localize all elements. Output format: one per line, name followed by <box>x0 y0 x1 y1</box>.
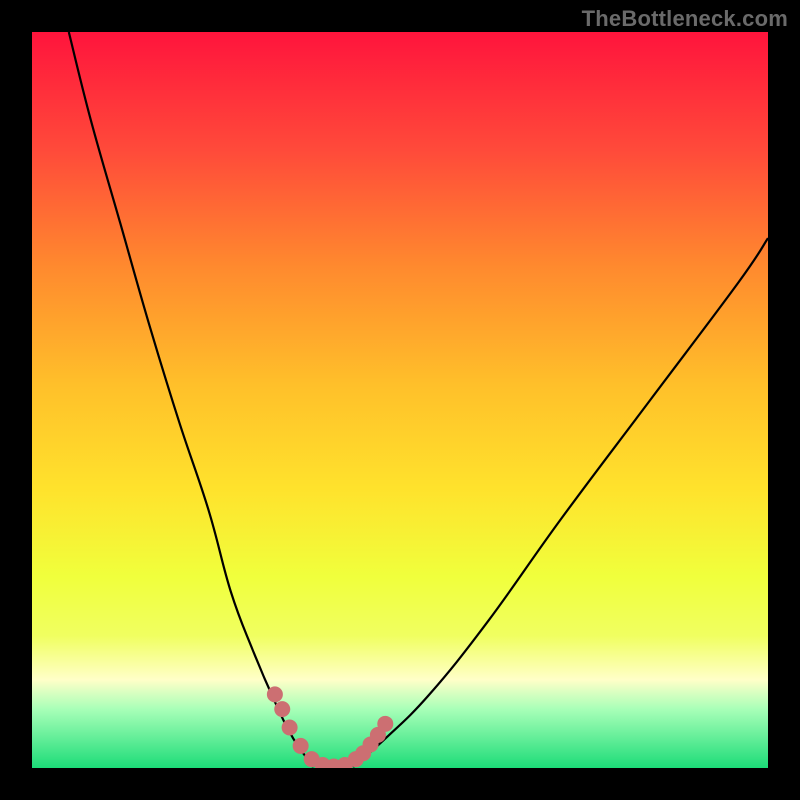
chart-svg <box>32 32 768 768</box>
marker-point <box>267 686 283 702</box>
marker-group <box>267 686 393 768</box>
marker-point <box>282 720 298 736</box>
curve-group <box>69 32 768 768</box>
plot-area <box>32 32 768 768</box>
watermark-text: TheBottleneck.com <box>582 6 788 32</box>
bottleneck-curve <box>69 32 768 768</box>
marker-point <box>293 738 309 754</box>
chart-stage: TheBottleneck.com <box>0 0 800 800</box>
marker-point <box>274 701 290 717</box>
marker-point <box>377 716 393 732</box>
